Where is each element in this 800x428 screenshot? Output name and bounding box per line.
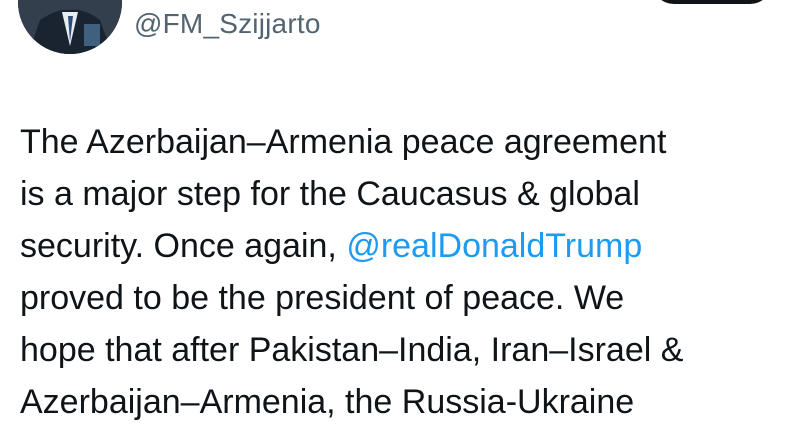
author-handle[interactable]: @FM_Szijjarto [134,8,321,40]
tweet-line-5: hope that after Pakistan–India, Iran–Isr… [20,331,684,369]
follow-button[interactable] [652,0,772,4]
avatar-photo [18,0,122,54]
tweet-line-3-text: security. Once again, [20,227,347,265]
tweet-text: The Azerbaijan–Armenia peace agreement i… [20,116,790,428]
tweet-line-3: security. Once again, @realDonaldTrump [20,220,790,272]
tweet-line-1: The Azerbaijan–Armenia peace agreement [20,123,667,161]
avatar[interactable] [18,0,122,54]
tweet-line-2: is a major step for the Caucasus & globa… [20,175,640,213]
mention-link[interactable]: @realDonaldTrump [346,227,642,265]
tweet-line-4: proved to be the president of peace. We [20,279,625,317]
tweet-line-6: Azerbaijan–Armenia, the Russia-Ukraine [20,383,635,421]
